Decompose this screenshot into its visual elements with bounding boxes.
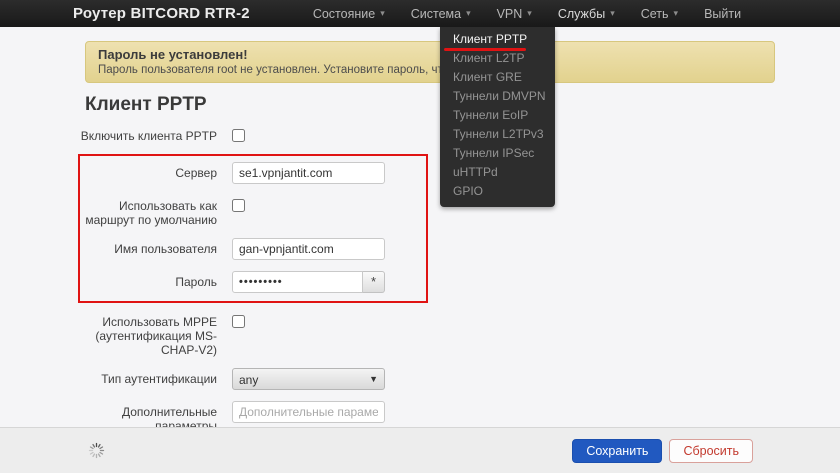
mppe-checkbox[interactable] [232, 315, 245, 328]
chevron-down-icon: ▾ [380, 8, 385, 19]
server-label: Сервер [80, 162, 217, 180]
main-content: Пароль не установлен! Пароль пользовател… [0, 27, 840, 427]
chevron-down-icon: ▾ [674, 8, 679, 19]
nav-item-system[interactable]: Система ▾ [398, 0, 484, 27]
password-row: Пароль * [80, 271, 426, 293]
menu-item-uhttpd[interactable]: uHTTPd [440, 163, 555, 182]
chevron-down-icon: ▾ [466, 8, 471, 19]
mppe-row: Использовать MPPE (аутентификация MS-CHA… [65, 311, 665, 357]
nav-menu: Состояние ▾ Система ▾ VPN ▾ Службы ▾ Сет… [300, 0, 754, 27]
username-row: Имя пользователя [80, 238, 426, 260]
enable-pptp-checkbox[interactable] [232, 129, 245, 142]
menu-item-gpio[interactable]: GPIO [440, 182, 555, 201]
menu-item-pptp-client[interactable]: Клиент PPTP [440, 30, 555, 49]
server-input[interactable] [232, 162, 385, 184]
enable-pptp-row: Включить клиента PPTP [65, 125, 665, 143]
default-route-checkbox[interactable] [232, 199, 245, 212]
pptp-client-form: Включить клиента PPTP Сервер Использоват… [65, 125, 665, 433]
services-dropdown-menu: Клиент PPTP Клиент L2TP Клиент GRE Тунне… [440, 27, 555, 207]
nav-item-network[interactable]: Сеть ▾ [628, 0, 691, 27]
banner-text: Пароль пользователя root не установлен. … [98, 63, 762, 77]
auth-type-label: Тип аутентификации [65, 368, 217, 386]
footer-buttons: Сохранить Сбросить [572, 439, 753, 463]
red-annotation-underline [444, 48, 526, 51]
auth-type-row: Тип аутентификации any ▼ [65, 368, 665, 390]
auth-type-value: any [239, 373, 258, 387]
enable-pptp-label: Включить клиента PPTP [65, 125, 217, 143]
footer-bar: Сохранить Сбросить [0, 427, 840, 473]
select-arrow-icon: ▼ [369, 374, 378, 384]
password-warning-banner: Пароль не установлен! Пароль пользовател… [85, 41, 775, 83]
username-label: Имя пользователя [80, 238, 217, 256]
server-row: Сервер [80, 162, 426, 184]
nav-item-vpn[interactable]: VPN ▾ [484, 0, 545, 27]
nav-item-services[interactable]: Службы ▾ [545, 0, 628, 27]
brand-title[interactable]: Роутер BITCORD RTR-2 [73, 5, 250, 22]
menu-item-gre-client[interactable]: Клиент GRE [440, 68, 555, 87]
password-label: Пароль [80, 271, 217, 289]
chevron-down-icon: ▾ [527, 8, 532, 19]
nav-item-logout[interactable]: Выйти [691, 0, 754, 27]
menu-item-eoip-tunnels[interactable]: Туннели EoIP [440, 106, 555, 125]
extra-params-input[interactable] [232, 401, 385, 423]
menu-item-dmvpn-tunnels[interactable]: Туннели DMVPN [440, 87, 555, 106]
reset-button[interactable]: Сбросить [669, 439, 753, 463]
banner-title: Пароль не установлен! [98, 47, 762, 63]
password-input[interactable] [232, 271, 363, 293]
default-route-label: Использовать как маршрут по умолчанию [80, 195, 217, 227]
menu-item-l2tp-client[interactable]: Клиент L2TP [440, 49, 555, 68]
menu-item-l2tpv3-tunnels[interactable]: Туннели L2TPv3 [440, 125, 555, 144]
red-annotation-box: Сервер Использовать как маршрут по умолч… [78, 154, 428, 303]
auth-type-select[interactable]: any ▼ [232, 368, 385, 390]
save-button[interactable]: Сохранить [572, 439, 662, 463]
default-route-row: Использовать как маршрут по умолчанию [80, 195, 426, 227]
nav-item-status[interactable]: Состояние ▾ [300, 0, 398, 27]
menu-item-ipsec-tunnels[interactable]: Туннели IPSec [440, 144, 555, 163]
chevron-down-icon: ▾ [610, 8, 615, 19]
top-navbar: Роутер BITCORD RTR-2 Состояние ▾ Система… [0, 0, 840, 27]
password-reveal-button[interactable]: * [363, 271, 385, 293]
mppe-label: Использовать MPPE (аутентификация MS-CHA… [65, 311, 217, 357]
username-input[interactable] [232, 238, 385, 260]
loading-spinner-icon [88, 442, 105, 459]
